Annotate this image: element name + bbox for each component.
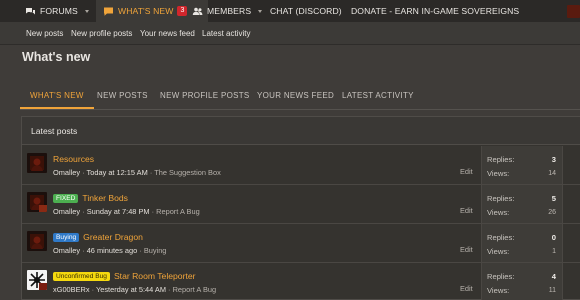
nav-donate[interactable]: DONATE - EARN IN-GAME SOVEREIGNS <box>351 0 519 22</box>
chevron-down-icon[interactable] <box>84 9 89 13</box>
list-item: Resources Omalley · Today at 12:15 AM · … <box>22 146 580 185</box>
replies-label: Replies: <box>487 155 515 164</box>
sub-navigation: New posts New profile posts Your news fe… <box>0 22 580 45</box>
thread-author-link[interactable]: Omalley <box>53 246 80 255</box>
replies-count: 4 <box>551 272 556 281</box>
thread-stats: Replies: 3 Views: 14 <box>481 146 563 184</box>
views-label: Views: <box>487 247 510 256</box>
thread-stats: Replies: 0 Views: 1 <box>481 224 563 262</box>
thread-title-link[interactable]: Star Room Teleporter <box>114 271 196 281</box>
nav-forums[interactable]: FORUMS <box>25 0 89 22</box>
thread-time[interactable]: Yesterday at 5:44 AM <box>96 285 166 294</box>
nav-chat-label: CHAT (DISCORD) <box>270 6 342 16</box>
edit-button[interactable]: Edit <box>460 245 473 254</box>
subnav-new-posts[interactable]: New posts <box>26 22 63 45</box>
top-navigation: FORUMS WHAT'S NEW 3 MEMBERS CHAT (DISCOR… <box>0 0 580 22</box>
list-item: Unconfirmed Bug Star Room Teleporter xG0… <box>22 263 580 300</box>
thread-time[interactable]: Today at 12:15 AM <box>87 168 148 177</box>
nav-chat-discord[interactable]: CHAT (DISCORD) <box>270 0 342 22</box>
nav-forums-label: FORUMS <box>40 6 78 16</box>
nav-donate-label: DONATE - EARN IN-GAME SOVEREIGNS <box>351 6 520 16</box>
nav-members[interactable]: MEMBERS <box>192 0 263 22</box>
thread-title-link[interactable]: Tinker Bods <box>82 193 128 203</box>
thread-meta: xG00BERx · Yesterday at 5:44 AM · Report… <box>53 285 217 294</box>
thread-title-link[interactable]: Resources <box>53 154 94 164</box>
prefix-label[interactable]: FIXED <box>53 193 79 203</box>
people-icon <box>192 6 203 17</box>
views-count: 1 <box>552 248 556 255</box>
tab-new-profile-posts[interactable]: NEW PROFILE POSTS <box>160 82 250 109</box>
list-item: FIXED Tinker Bods Omalley · Sunday at 7:… <box>22 185 580 224</box>
thread-forum-link[interactable]: Buying <box>144 246 167 255</box>
tab-whats-new[interactable]: WHAT'S NEW <box>20 82 94 109</box>
thread-stats: Replies: 5 Views: 26 <box>481 185 563 223</box>
thread-author-link[interactable]: Omalley <box>53 207 80 216</box>
thread-forum-link[interactable]: Report A Bug <box>156 207 200 216</box>
avatar[interactable] <box>27 231 47 251</box>
content-tabs: WHAT'S NEW NEW POSTS NEW PROFILE POSTS Y… <box>20 82 580 110</box>
nav-whats-new-label: WHAT'S NEW <box>118 6 174 16</box>
unread-count-badge: 3 <box>177 6 188 16</box>
thread-time[interactable]: Sunday at 7:48 PM <box>87 207 150 216</box>
views-label: Views: <box>487 286 510 295</box>
tab-your-news-feed[interactable]: YOUR NEWS FEED <box>257 82 334 109</box>
avatar[interactable] <box>27 153 47 173</box>
subnav-your-news-feed[interactable]: Your news feed <box>140 22 195 45</box>
thread-stats: Replies: 4 Views: 11 <box>481 263 563 300</box>
block-heading: Latest posts <box>22 117 580 145</box>
tab-new-posts[interactable]: NEW POSTS <box>97 82 148 109</box>
thread-forum-link[interactable]: Report A Bug <box>173 285 217 294</box>
views-label: Views: <box>487 169 510 178</box>
avatar[interactable] <box>27 192 47 212</box>
thread-author-link[interactable]: Omalley <box>53 168 80 177</box>
nav-members-label: MEMBERS <box>207 6 252 16</box>
replies-label: Replies: <box>487 194 515 203</box>
tab-latest-activity[interactable]: LATEST ACTIVITY <box>342 82 414 109</box>
thread-meta: Omalley · Today at 12:15 AM · The Sugges… <box>53 168 221 177</box>
views-count: 11 <box>548 287 556 294</box>
chat-bubbles-icon <box>25 6 36 17</box>
thread-title-link[interactable]: Greater Dragon <box>83 232 143 242</box>
replies-count: 3 <box>551 155 556 164</box>
thread-time[interactable]: 46 minutes ago <box>87 246 138 255</box>
views-label: Views: <box>487 208 510 217</box>
edit-button[interactable]: Edit <box>460 167 473 176</box>
replies-label: Replies: <box>487 272 515 281</box>
views-count: 14 <box>548 170 556 177</box>
list-item: Buying Greater Dragon Omalley · 46 minut… <box>22 224 580 263</box>
thread-meta: Omalley · 46 minutes ago · Buying <box>53 246 167 255</box>
avatar[interactable] <box>27 270 47 290</box>
latest-posts-block: Latest posts Resources Omalley · Today a… <box>21 116 580 300</box>
subnav-latest-activity[interactable]: Latest activity <box>202 22 250 45</box>
views-count: 26 <box>548 209 556 216</box>
subnav-new-profile-posts[interactable]: New profile posts <box>71 22 132 45</box>
thread-meta: Omalley · Sunday at 7:48 PM · Report A B… <box>53 207 200 216</box>
chevron-down-icon[interactable] <box>258 9 263 13</box>
replies-count: 0 <box>551 233 556 242</box>
edit-button[interactable]: Edit <box>460 206 473 215</box>
replies-count: 5 <box>551 194 556 203</box>
user-avatar[interactable] <box>567 5 580 18</box>
edit-button[interactable]: Edit <box>460 284 473 293</box>
speech-bubble-icon <box>103 6 114 17</box>
thread-forum-link[interactable]: The Suggestion Box <box>154 168 221 177</box>
page-title: What's new <box>22 50 91 64</box>
replies-label: Replies: <box>487 233 515 242</box>
thread-author-link[interactable]: xG00BERx <box>53 285 90 294</box>
prefix-label[interactable]: Buying <box>53 232 80 242</box>
prefix-label[interactable]: Unconfirmed Bug <box>53 271 110 281</box>
